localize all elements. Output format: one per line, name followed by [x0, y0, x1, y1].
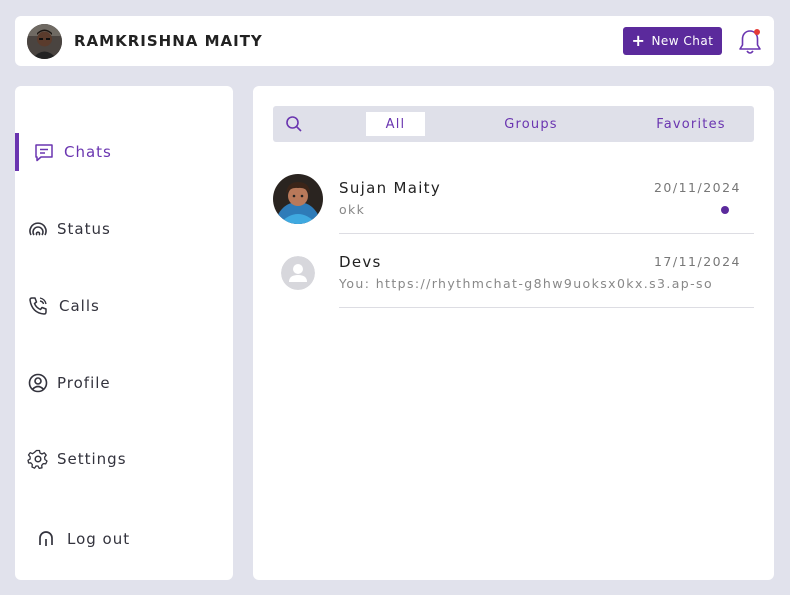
user-circle-icon: [28, 373, 48, 393]
notification-button[interactable]: [737, 28, 763, 56]
search-icon[interactable]: [285, 115, 303, 133]
sidebar-item-calls[interactable]: Calls: [15, 287, 233, 325]
message-preview: You: https://rhythmchat-g8hw9uoksx0kx.s3…: [339, 276, 714, 291]
chat-list-item[interactable]: Devs 17/11/2024 You: https://rhythmchat-…: [273, 234, 754, 308]
chat-list-panel: All Groups Favorites Sujan Maity 20/11/2…: [253, 86, 774, 580]
tab-groups[interactable]: Groups: [495, 112, 567, 136]
new-chat-button[interactable]: + New Chat: [623, 27, 722, 55]
user-avatar[interactable]: [27, 24, 62, 59]
tab-all[interactable]: All: [366, 112, 425, 136]
sidebar-item-settings[interactable]: Settings: [15, 440, 233, 478]
sidebar-item-label: Profile: [57, 374, 111, 392]
logout-icon: [39, 531, 53, 546]
phone-icon: [29, 297, 47, 315]
default-user-icon: [281, 256, 315, 290]
sidebar-item-label: Status: [57, 220, 111, 238]
gear-icon: [27, 449, 48, 469]
message-date: 20/11/2024: [653, 180, 741, 195]
tab-favorites[interactable]: Favorites: [649, 112, 733, 136]
sidebar-item-label: Chats: [64, 143, 112, 161]
chat-list-item[interactable]: Sujan Maity 20/11/2024 okk: [273, 160, 754, 234]
avatar-image: [273, 174, 323, 224]
top-bar: RAMKRISHNA MAITY + New Chat: [15, 16, 774, 66]
sidebar-item-label: Settings: [57, 450, 127, 468]
username: RAMKRISHNA MAITY: [74, 32, 263, 50]
divider: [339, 307, 754, 308]
sidebar: Chats Status Calls Profile Settings Log …: [15, 86, 233, 580]
bell-icon: [739, 29, 761, 54]
filter-bar: All Groups Favorites: [273, 106, 754, 142]
contact-avatar: [273, 174, 323, 224]
notification-dot: [754, 29, 760, 35]
logout-label: Log out: [67, 530, 131, 548]
sidebar-item-status[interactable]: Status: [15, 210, 233, 248]
status-icon: [29, 222, 47, 236]
sidebar-item-profile[interactable]: Profile: [15, 364, 233, 402]
logout-button[interactable]: Log out: [15, 520, 233, 558]
unread-indicator: [721, 206, 729, 214]
plus-icon: +: [631, 31, 646, 50]
group-avatar: [281, 256, 315, 290]
new-chat-label: New Chat: [651, 34, 714, 48]
contact-name: Devs: [339, 253, 382, 271]
message-preview: okk: [339, 202, 366, 217]
message-date: 17/11/2024: [653, 254, 741, 269]
sidebar-item-label: Calls: [59, 297, 100, 315]
user-avatar-photo: [27, 24, 62, 59]
chat-icon: [35, 144, 53, 162]
sidebar-item-chats[interactable]: Chats: [15, 133, 237, 171]
contact-name: Sujan Maity: [339, 179, 442, 197]
